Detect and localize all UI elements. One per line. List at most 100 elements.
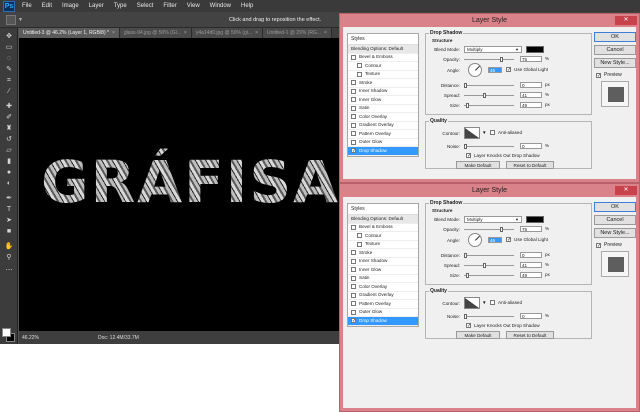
noise-slider-handle[interactable] [464, 144, 467, 149]
distance-input[interactable]: 0 [520, 252, 542, 258]
menu-window[interactable]: Window [205, 3, 236, 9]
marquee-tool-icon[interactable]: ▭ [4, 43, 14, 52]
make-default-button[interactable]: Make Default [456, 161, 500, 169]
ok-button[interactable]: OK [594, 202, 636, 212]
knockout-checkbox-row[interactable]: ✓ Layer Knocks Out Drop Shadow [466, 153, 540, 159]
style-item[interactable]: ✓ Drop Shadow [348, 317, 418, 326]
size-slider-handle[interactable] [466, 103, 469, 108]
global-light-checkbox-row[interactable]: ✓ Use Global Light [506, 67, 548, 73]
noise-input[interactable]: 0 [520, 313, 542, 319]
spread-input[interactable]: 41 [520, 262, 542, 268]
opacity-slider[interactable] [464, 57, 514, 62]
make-default-button[interactable]: Make Default [456, 331, 500, 339]
foreground-color-swatch[interactable] [2, 328, 11, 337]
opacity-slider-handle[interactable] [500, 227, 503, 232]
preview-checkbox[interactable]: ✓ [596, 72, 601, 78]
global-light-checkbox[interactable]: ✓ [506, 237, 511, 243]
distance-slider-handle[interactable] [464, 253, 467, 258]
style-item-checkbox[interactable] [351, 284, 356, 290]
brush-tool-icon[interactable]: ✐ [4, 113, 14, 122]
dodge-tool-icon[interactable]: ◐ [4, 179, 14, 188]
opacity-slider-handle[interactable] [500, 57, 503, 62]
path-select-tool-icon[interactable]: ➤ [4, 216, 14, 225]
menu-view[interactable]: View [182, 3, 205, 9]
type-tool-icon[interactable]: T [4, 205, 14, 214]
tab-glass-94[interactable]: glass-94.jpg @ 50% (Gl... × [119, 28, 192, 38]
contour-preview[interactable] [464, 127, 480, 139]
distance-slider[interactable] [464, 253, 514, 258]
tab-y4a14d0[interactable]: y4a14d0.jpg @ 50% (gl... × [191, 28, 263, 38]
style-item-checkbox[interactable] [351, 275, 356, 281]
style-item-checkbox[interactable] [351, 139, 356, 145]
menu-layer[interactable]: Layer [84, 3, 109, 9]
size-slider-handle[interactable] [466, 273, 469, 278]
anti-aliased-checkbox-row[interactable]: Anti-aliased [490, 300, 522, 305]
tab-untitled-1[interactable]: Untitled-1 @ 29% (RG... × [263, 28, 332, 38]
opacity-input[interactable]: 75 [520, 226, 542, 232]
new-style-button[interactable]: New Style... [594, 228, 636, 238]
size-input[interactable]: 49 [520, 102, 542, 108]
styles-list-header[interactable]: Styles [348, 34, 418, 45]
contour-chevron-down-icon[interactable]: ▼ [482, 130, 487, 135]
style-item[interactable]: Contour [348, 232, 418, 241]
style-item-checkbox[interactable] [351, 105, 356, 111]
menu-select[interactable]: Select [132, 3, 159, 9]
ok-button[interactable]: OK [594, 32, 636, 42]
close-icon[interactable]: × [324, 30, 327, 36]
distance-slider-handle[interactable] [464, 83, 467, 88]
style-item-checkbox[interactable] [351, 258, 356, 264]
style-item[interactable]: Bevel & Emboss [348, 224, 418, 232]
contour-preview[interactable] [464, 297, 480, 309]
shadow-color-swatch[interactable] [526, 216, 544, 223]
opacity-input[interactable]: 75 [520, 56, 542, 62]
move-tool-icon[interactable]: ✥ [4, 32, 14, 41]
style-item[interactable]: ✓ Drop Shadow [348, 147, 418, 156]
close-icon[interactable]: × [184, 30, 187, 36]
knockout-checkbox[interactable]: ✓ [466, 323, 471, 329]
global-light-checkbox-row[interactable]: ✓ Use Global Light [506, 237, 548, 243]
dialog-title-bar[interactable]: Layer Style ✕ [340, 184, 639, 197]
style-item-checkbox[interactable] [351, 97, 356, 103]
menu-filter[interactable]: Filter [158, 3, 181, 9]
style-item-checkbox[interactable] [351, 122, 356, 128]
move-tool-icon[interactable] [6, 14, 16, 25]
preview-checkbox[interactable]: ✓ [596, 242, 601, 248]
style-item-checkbox[interactable] [351, 301, 356, 307]
spread-slider-handle[interactable] [483, 263, 486, 268]
noise-slider[interactable] [464, 144, 514, 149]
contour-chevron-down-icon[interactable]: ▼ [482, 300, 487, 305]
size-slider[interactable] [464, 273, 514, 278]
style-item-checkbox[interactable] [351, 267, 356, 273]
blur-tool-icon[interactable]: ● [4, 168, 14, 177]
dialog-title-bar[interactable]: Layer Style ✕ [340, 14, 639, 27]
tab-untitled-3[interactable]: Untitled-3 @ 46.2% (Layer 1, RGB/8) * × [19, 28, 120, 38]
crop-tool-icon[interactable]: ⌗ [4, 76, 14, 85]
anti-aliased-checkbox[interactable] [490, 300, 495, 305]
global-light-checkbox[interactable]: ✓ [506, 67, 511, 73]
menu-image[interactable]: Image [57, 3, 84, 9]
style-item-checkbox[interactable]: ✓ [351, 318, 356, 324]
distance-input[interactable]: 0 [520, 82, 542, 88]
styles-list-header[interactable]: Styles [348, 204, 418, 215]
anti-aliased-checkbox[interactable] [490, 130, 495, 135]
blend-mode-select[interactable]: Multiply ▼ [464, 216, 522, 223]
style-item-checkbox[interactable]: ✓ [351, 148, 356, 154]
opacity-slider[interactable] [464, 227, 514, 232]
spread-slider[interactable] [464, 93, 514, 98]
blend-mode-select[interactable]: Multiply ▼ [464, 46, 522, 53]
angle-dial[interactable] [468, 63, 482, 77]
spread-slider-handle[interactable] [483, 93, 486, 98]
style-item-checkbox[interactable] [351, 224, 356, 230]
lasso-tool-icon[interactable]: ◌ [4, 54, 14, 63]
style-item-checkbox[interactable] [351, 250, 356, 256]
style-item-checkbox[interactable] [351, 88, 356, 94]
zoom-tool-icon[interactable]: ⚲ [4, 253, 14, 262]
eyedropper-tool-icon[interactable]: ⁄ [4, 87, 14, 96]
eraser-tool-icon[interactable]: ▱ [4, 146, 14, 155]
quick-select-tool-icon[interactable]: ✎ [4, 65, 14, 74]
preview-checkbox-row[interactable]: ✓ Preview [596, 242, 622, 248]
tool-preset-arrow-icon[interactable]: ▼ [18, 17, 23, 23]
reset-to-default-button[interactable]: Reset to Default [506, 331, 554, 339]
clone-stamp-tool-icon[interactable]: ♜ [4, 124, 14, 133]
cancel-button[interactable]: Cancel [594, 45, 636, 55]
